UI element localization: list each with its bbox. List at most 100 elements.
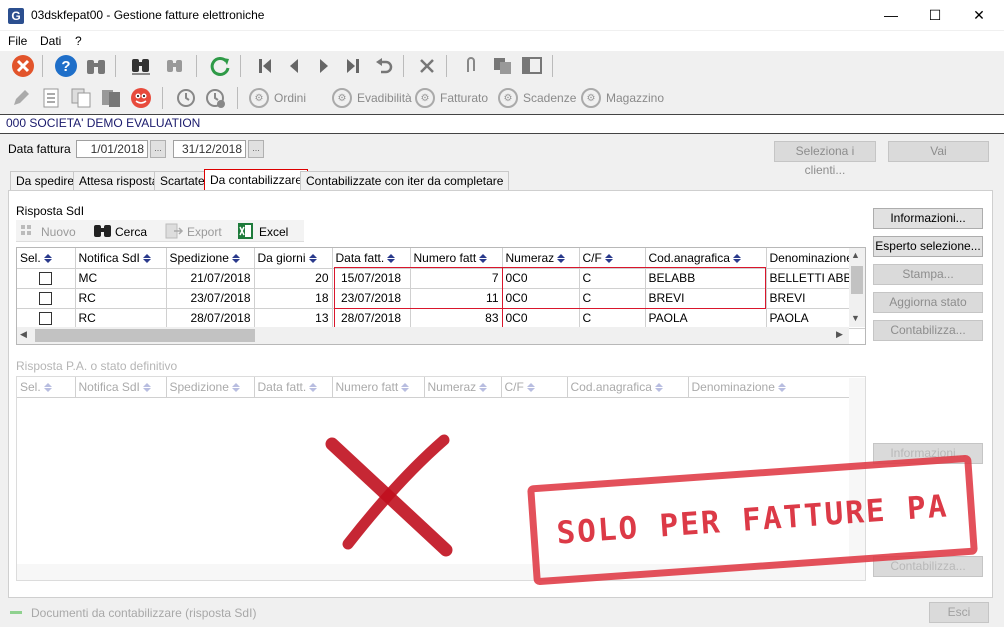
post-button[interactable]: Contabilizza... [873, 320, 983, 341]
edit-icon[interactable] [8, 85, 34, 111]
undo-icon[interactable] [371, 53, 397, 79]
sort-arrows-icon [231, 253, 240, 264]
stamp-text: SOLO PER FATTURE PA [555, 488, 950, 552]
col-numero-fatt[interactable]: Numero fatt [410, 248, 503, 269]
refresh-icon[interactable] [207, 53, 233, 79]
tab-contabilizzate-iter[interactable]: Contabilizzate con iter da completare [300, 171, 510, 191]
excel-icon [236, 222, 256, 240]
row-checkbox[interactable] [39, 311, 53, 325]
col-cf[interactable]: C/F [579, 248, 646, 269]
close-button[interactable]: ✕ [956, 0, 1002, 31]
history-icon[interactable] [172, 85, 198, 111]
layout-icon[interactable] [519, 53, 545, 79]
date-from-field[interactable]: 1/01/2018 [76, 140, 148, 158]
info-button[interactable]: Informazioni... [873, 208, 983, 229]
table-row[interactable]: MC 21/07/2018 20 15/07/2018 7 0C0 C BELA… [17, 268, 865, 289]
new-button[interactable]: Nuovo [41, 225, 76, 239]
history-user-icon[interactable] [202, 85, 228, 111]
table-row[interactable]: RC 28/07/2018 13 28/07/2018 83 0C0 C PAO… [17, 308, 865, 329]
col-data-fatt[interactable]: Data fatt. [332, 248, 411, 269]
evadibilita-label[interactable]: Evadibilità [357, 91, 412, 105]
exit-icon[interactable] [10, 53, 36, 79]
col-giorni[interactable]: Da giorni [254, 248, 333, 269]
menu-dati[interactable]: Dati [40, 34, 61, 48]
pa-col-data-fatt: Data fatt. [254, 377, 333, 398]
date-from-picker-button[interactable]: ... [150, 140, 166, 158]
pa-col-spedizione: Spedizione [166, 377, 255, 398]
pages-icon[interactable] [98, 85, 124, 111]
cell-notifica: RC [75, 288, 167, 309]
scadenze-label[interactable]: Scadenze [523, 91, 576, 105]
delete-icon[interactable] [414, 53, 440, 79]
col-spedizione[interactable]: Spedizione [166, 248, 255, 269]
previous-record-icon[interactable] [281, 53, 307, 79]
pa-col-numeraz: Numeraz [424, 377, 502, 398]
next-record-icon[interactable] [311, 53, 337, 79]
pa-col-cod-anagrafica: Cod.anagrafica [567, 377, 689, 398]
sdi-section-label: Risposta SdI [16, 204, 85, 218]
binoculars-filter-icon[interactable] [162, 53, 188, 79]
help-icon[interactable]: ? [53, 53, 79, 79]
cell-numeraz: 0C0 [502, 268, 580, 289]
export-button[interactable]: Export [187, 225, 222, 239]
table-row[interactable]: RC 23/07/2018 18 23/07/2018 11 0C0 C BRE… [17, 288, 865, 309]
cell-cod-anagrafica: PAOLA [645, 308, 767, 329]
last-record-icon[interactable] [340, 53, 366, 79]
magazzino-label[interactable]: Magazzino [606, 91, 664, 105]
tab-da-spedire[interactable]: Da spedire [10, 171, 81, 191]
first-record-icon[interactable] [252, 53, 278, 79]
search-button[interactable]: Cerca [115, 225, 147, 239]
update-status-button[interactable]: Aggiorna stato [873, 292, 983, 313]
pa-col-cf: C/F [501, 377, 568, 398]
select-clients-button[interactable]: Seleziona i clienti... [774, 141, 876, 177]
menu-help[interactable]: ? [75, 34, 82, 48]
fatturato-icon[interactable]: ⚙ [415, 88, 435, 108]
pa-col-sel: Sel. [17, 377, 76, 398]
cell-cod-anagrafica: BELABB [645, 268, 767, 289]
cell-giorni: 13 [254, 308, 333, 329]
fatturato-label[interactable]: Fatturato [440, 91, 488, 105]
scrollbar-thumb[interactable] [851, 266, 863, 294]
ordini-label[interactable]: Ordini [274, 91, 306, 105]
scadenze-icon[interactable]: ⚙ [498, 88, 518, 108]
print-button[interactable]: Stampa... [873, 264, 983, 285]
scroll-left-icon[interactable]: ◀ [20, 329, 27, 340]
go-button[interactable]: Vai [888, 141, 989, 162]
tab-attesa-risposta[interactable]: Attesa risposta [73, 171, 165, 191]
date-to-field[interactable]: 31/12/2018 [173, 140, 246, 158]
expert-selection-button[interactable]: Esperto selezione... [873, 236, 983, 257]
mascot-icon[interactable] [128, 85, 154, 111]
status-indicator [10, 611, 22, 614]
scroll-down-icon[interactable]: ▼ [851, 313, 860, 323]
hscrollbar-thumb[interactable] [35, 329, 255, 342]
ordini-icon[interactable]: ⚙ [249, 88, 269, 108]
documents-icon[interactable] [68, 85, 94, 111]
minimize-button[interactable]: — [868, 0, 914, 31]
tab-da-contabilizzare[interactable]: Da contabilizzare [204, 169, 309, 191]
col-cod-anagrafica[interactable]: Cod.anagrafica [645, 248, 767, 269]
scroll-up-icon[interactable]: ▲ [851, 250, 860, 260]
menu-file[interactable]: File [8, 34, 27, 48]
window-title: 03dskfepat00 - Gestione fatture elettron… [31, 8, 265, 22]
row-checkbox[interactable] [39, 291, 53, 305]
tab-scartate[interactable]: Scartate [154, 171, 211, 191]
binoculars-icon[interactable] [83, 53, 109, 79]
attachment-icon[interactable] [458, 53, 484, 79]
sort-arrows-icon [142, 253, 151, 264]
maximize-button[interactable]: ☐ [912, 0, 958, 31]
exit-button[interactable]: Esci [929, 602, 989, 623]
evadibilita-icon[interactable]: ⚙ [332, 88, 352, 108]
excel-button[interactable]: Excel [259, 225, 288, 239]
col-sel[interactable]: Sel. [17, 248, 76, 269]
col-numeraz[interactable]: Numeraz [502, 248, 580, 269]
document-icon[interactable] [38, 85, 64, 111]
binoculars-list-icon[interactable] [128, 53, 154, 79]
date-to-picker-button[interactable]: ... [248, 140, 264, 158]
col-notifica[interactable]: Notifica SdI [75, 248, 167, 269]
new-icon [20, 224, 38, 238]
magazzino-icon[interactable]: ⚙ [581, 88, 601, 108]
copy-icon[interactable] [490, 53, 516, 79]
sort-arrows-icon [231, 382, 240, 393]
scroll-right-icon[interactable]: ▶ [836, 329, 843, 340]
row-checkbox[interactable] [39, 271, 53, 285]
